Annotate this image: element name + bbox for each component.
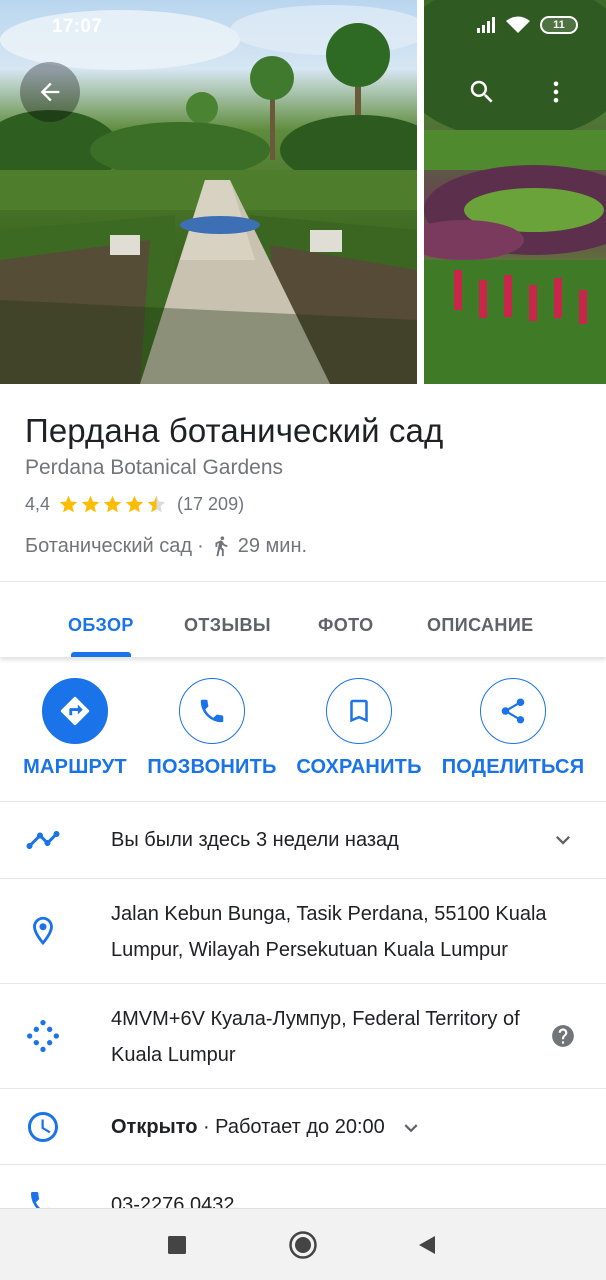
star-half-icon <box>147 495 166 513</box>
walking-icon <box>215 536 228 557</box>
active-tab-indicator <box>71 652 131 657</box>
place-category: Ботанический сад <box>25 534 193 557</box>
star-full-icon <box>81 495 100 513</box>
more-options-button[interactable] <box>532 68 580 116</box>
tab-reviews[interactable]: ОТЗЫВЫ <box>184 615 271 636</box>
directions-label: МАРШРУТ <box>23 756 127 778</box>
place-tabs: ОБЗОР ОТЗЫВЫ ФОТО ОПИСАНИЕ <box>0 583 606 657</box>
save-label: СОХРАНИТЬ <box>296 756 422 778</box>
status-icons: 11 <box>476 16 578 34</box>
garden-photo-illustration <box>424 0 606 384</box>
search-button[interactable] <box>458 68 506 116</box>
plus-code-text: 4MVM+6V Куала-Лумпур, Federal Territory … <box>111 1008 520 1066</box>
signal-icon <box>477 17 495 33</box>
location-pin-icon <box>22 910 64 952</box>
action-buttons: МАРШРУТ ПОЗВОНИТЬ СОХРАНИТЬ ПОДЕЛИТЬСЯ <box>0 658 606 802</box>
hours-text: Открыто · Работает до 20:00 <box>111 1109 424 1145</box>
hours-detail: · Работает до 20:00 <box>197 1116 385 1138</box>
triangle-back-icon <box>419 1236 435 1254</box>
rating-value: 4,4 <box>25 494 51 514</box>
star-full-icon <box>125 495 144 513</box>
share-button-circle[interactable] <box>480 678 546 744</box>
status-bar: 17:07 11 <box>0 0 606 52</box>
expand-chevron-icon[interactable] <box>547 824 579 856</box>
directions-icon <box>60 696 90 726</box>
share-button[interactable]: ПОДЕЛИТЬСЯ <box>440 678 586 779</box>
visit-history-row[interactable]: Вы были здесь 3 недели назад <box>0 802 606 879</box>
star-full-icon <box>59 495 78 513</box>
circle-icon <box>289 1231 317 1259</box>
home-button[interactable] <box>287 1229 319 1261</box>
tab-photos[interactable]: ФОТО <box>318 615 374 636</box>
save-button-circle[interactable] <box>326 678 392 744</box>
place-title: Пердана ботанический сад <box>25 412 444 449</box>
help-icon[interactable] <box>547 1020 579 1052</box>
star-full-icon <box>103 495 122 513</box>
open-status: Открыто <box>111 1116 198 1138</box>
clock-icon <box>22 1106 64 1148</box>
photo-carousel[interactable]: 17:07 11 <box>0 0 606 384</box>
address-text: Jalan Kebun Bunga, Tasik Perdana, 55100 … <box>111 903 547 961</box>
more-vert-icon <box>553 81 559 103</box>
rating-row[interactable]: 4,4 (17 209) <box>25 494 244 515</box>
share-icon <box>501 698 525 724</box>
phone-icon <box>200 699 224 723</box>
rating-stars <box>58 494 167 515</box>
tab-about[interactable]: ОПИСАНИЕ <box>427 615 534 636</box>
review-count: (17 209) <box>177 494 245 514</box>
arrow-back-icon <box>40 82 60 102</box>
wifi-icon <box>506 16 530 33</box>
system-back-button[interactable] <box>411 1229 443 1261</box>
category-row: Ботанический сад · 29 мин. <box>25 534 307 558</box>
plus-code-icon <box>22 1015 64 1057</box>
recents-button[interactable] <box>161 1229 193 1261</box>
garden-photo-illustration <box>0 5 417 384</box>
call-label: ПОЗВОНИТЬ <box>147 756 277 778</box>
battery-level: 11 <box>553 19 565 31</box>
walk-time: 29 мин. <box>237 534 308 557</box>
square-icon <box>168 1236 186 1254</box>
chevron-down-icon[interactable] <box>398 1115 424 1141</box>
search-icon <box>470 80 493 103</box>
directions-button[interactable]: МАРШРУТ <box>20 678 130 779</box>
timeline-icon <box>22 819 64 861</box>
call-button-circle[interactable] <box>179 678 245 744</box>
call-button[interactable]: ПОЗВОНИТЬ <box>146 678 278 779</box>
category-separator: · <box>197 534 204 557</box>
address-row[interactable]: Jalan Kebun Bunga, Tasik Perdana, 55100 … <box>0 879 606 984</box>
directions-button-circle[interactable] <box>42 678 108 744</box>
bookmark-icon <box>350 699 368 723</box>
plus-code-row[interactable]: 4MVM+6V Куала-Лумпур, Federal Territory … <box>0 984 606 1089</box>
status-time: 17:07 <box>52 16 103 37</box>
battery-icon: 11 <box>540 16 578 34</box>
place-subtitle: Perdana Botanical Gardens <box>25 456 283 479</box>
tab-overview[interactable]: ОБЗОР <box>68 615 134 636</box>
hours-row[interactable]: Открыто · Работает до 20:00 <box>0 1089 606 1165</box>
system-nav-bar <box>0 1208 606 1280</box>
save-button[interactable]: СОХРАНИТЬ <box>294 678 424 779</box>
place-info: Пердана ботанический сад Perdana Botanic… <box>0 384 606 582</box>
back-button[interactable] <box>20 62 80 122</box>
place-photo-secondary[interactable] <box>424 0 606 384</box>
visit-history-text: Вы были здесь 3 недели назад <box>111 829 399 851</box>
place-photo-main[interactable] <box>0 0 417 384</box>
share-label: ПОДЕЛИТЬСЯ <box>441 756 585 778</box>
